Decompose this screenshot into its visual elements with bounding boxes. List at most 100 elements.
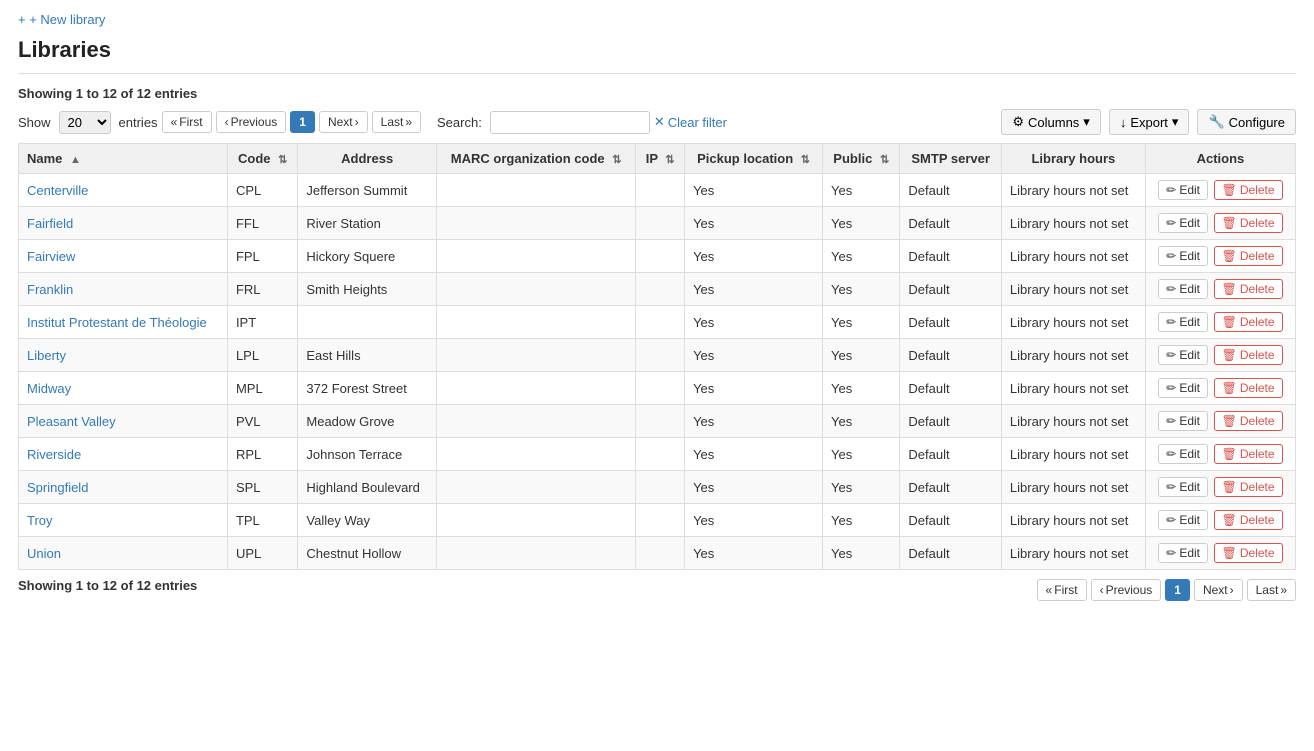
new-library-link[interactable]: + + New library	[18, 12, 105, 27]
clear-filter-button[interactable]: ✕ Clear filter	[654, 114, 727, 130]
cell-ip-1	[636, 207, 685, 240]
table-row: Franklin FRL Smith Heights Yes Yes Defau…	[19, 273, 1296, 306]
delete-button-8[interactable]: 🗑 Delete	[1214, 444, 1283, 464]
pencil-icon-11: ✏	[1166, 546, 1176, 560]
library-link-11[interactable]: Union	[27, 546, 61, 561]
edit-button-2[interactable]: ✏ Edit	[1158, 246, 1208, 266]
edit-button-3[interactable]: ✏ Edit	[1158, 279, 1208, 299]
right-controls: ⚙ Columns ▾ ↓ Export ▾ 🔧 Configure	[1001, 109, 1296, 135]
cell-ip-2	[636, 240, 685, 273]
cell-code-5: LPL	[227, 339, 297, 372]
library-link-5[interactable]: Liberty	[27, 348, 66, 363]
edit-button-5[interactable]: ✏ Edit	[1158, 345, 1208, 365]
library-link-7[interactable]: Pleasant Valley	[27, 414, 116, 429]
export-button[interactable]: ↓ Export ▾	[1109, 109, 1190, 135]
next-button-bottom[interactable]: Next ›	[1194, 579, 1243, 601]
code-sort-icon: ⇅	[278, 154, 287, 166]
last-button-top[interactable]: Last »	[372, 111, 421, 133]
cell-marc-6	[436, 372, 635, 405]
delete-button-3[interactable]: 🗑 Delete	[1214, 279, 1283, 299]
delete-button-1[interactable]: 🗑 Delete	[1214, 213, 1283, 233]
col-ip[interactable]: IP ⇅	[636, 144, 685, 174]
library-link-10[interactable]: Troy	[27, 513, 53, 528]
page-1-button-top[interactable]: 1	[290, 111, 315, 133]
trash-icon-4: 🗑	[1222, 315, 1237, 329]
configure-button[interactable]: 🔧 Configure	[1197, 109, 1296, 135]
delete-button-11[interactable]: 🗑 Delete	[1214, 543, 1283, 563]
cell-actions-11: ✏ Edit 🗑 Delete	[1145, 537, 1295, 570]
library-link-9[interactable]: Springfield	[27, 480, 88, 495]
edit-button-0[interactable]: ✏ Edit	[1158, 180, 1208, 200]
cell-name-10: Troy	[19, 504, 228, 537]
last-button-bottom[interactable]: Last »	[1247, 579, 1296, 601]
library-link-1[interactable]: Fairfield	[27, 216, 73, 231]
delete-button-9[interactable]: 🗑 Delete	[1214, 477, 1283, 497]
table-row: Midway MPL 372 Forest Street Yes Yes Def…	[19, 372, 1296, 405]
col-actions: Actions	[1145, 144, 1295, 174]
library-link-3[interactable]: Franklin	[27, 282, 73, 297]
edit-button-7[interactable]: ✏ Edit	[1158, 411, 1208, 431]
col-hours: Library hours	[1001, 144, 1145, 174]
pencil-icon-2: ✏	[1166, 249, 1176, 263]
show-label: Show	[18, 115, 51, 130]
edit-button-8[interactable]: ✏ Edit	[1158, 444, 1208, 464]
delete-button-4[interactable]: 🗑 Delete	[1214, 312, 1283, 332]
cell-address-7: Meadow Grove	[298, 405, 437, 438]
cell-pickup-5: Yes	[685, 339, 823, 372]
library-link-2[interactable]: Fairview	[27, 249, 75, 264]
entries-label: entries	[119, 115, 158, 130]
col-address: Address	[298, 144, 437, 174]
show-select[interactable]: 10 20 50 100	[59, 111, 111, 134]
export-chevron-icon: ▾	[1172, 114, 1179, 130]
delete-button-10[interactable]: 🗑 Delete	[1214, 510, 1283, 530]
search-input[interactable]	[490, 111, 650, 134]
col-code[interactable]: Code ⇅	[227, 144, 297, 174]
edit-button-6[interactable]: ✏ Edit	[1158, 378, 1208, 398]
edit-button-4[interactable]: ✏ Edit	[1158, 312, 1208, 332]
library-link-4[interactable]: Institut Protestant de Théologie	[27, 315, 207, 330]
col-public[interactable]: Public ⇅	[823, 144, 900, 174]
cell-ip-7	[636, 405, 685, 438]
bottom-first-double-arrow-icon: «	[1046, 583, 1053, 597]
x-icon: ✕	[654, 114, 665, 130]
columns-button[interactable]: ⚙ Columns ▾	[1001, 109, 1100, 135]
page-1-button-bottom[interactable]: 1	[1165, 579, 1190, 601]
delete-button-2[interactable]: 🗑 Delete	[1214, 246, 1283, 266]
delete-button-7[interactable]: 🗑 Delete	[1214, 411, 1283, 431]
pencil-icon-10: ✏	[1166, 513, 1176, 527]
cell-address-4	[298, 306, 437, 339]
cell-name-9: Springfield	[19, 471, 228, 504]
edit-button-1[interactable]: ✏ Edit	[1158, 213, 1208, 233]
next-button-top[interactable]: Next ›	[319, 111, 368, 133]
cell-ip-3	[636, 273, 685, 306]
delete-button-6[interactable]: 🗑 Delete	[1214, 378, 1283, 398]
edit-button-11[interactable]: ✏ Edit	[1158, 543, 1208, 563]
table-row: Liberty LPL East Hills Yes Yes Default L…	[19, 339, 1296, 372]
delete-button-5[interactable]: 🗑 Delete	[1214, 345, 1283, 365]
col-pickup[interactable]: Pickup location ⇅	[685, 144, 823, 174]
cell-name-2: Fairview	[19, 240, 228, 273]
first-button-top[interactable]: « « First First	[162, 111, 212, 133]
edit-button-9[interactable]: ✏ Edit	[1158, 477, 1208, 497]
first-button-bottom[interactable]: « First	[1037, 579, 1087, 601]
cell-smtp-7: Default	[900, 405, 1001, 438]
library-link-6[interactable]: Midway	[27, 381, 71, 396]
previous-button-top[interactable]: ‹ Previous	[216, 111, 287, 133]
search-label: Search:	[437, 115, 482, 130]
cell-actions-2: ✏ Edit 🗑 Delete	[1145, 240, 1295, 273]
cell-address-11: Chestnut Hollow	[298, 537, 437, 570]
cell-public-4: Yes	[823, 306, 900, 339]
edit-button-10[interactable]: ✏ Edit	[1158, 510, 1208, 530]
cell-code-2: FPL	[227, 240, 297, 273]
cell-address-5: East Hills	[298, 339, 437, 372]
cell-code-7: PVL	[227, 405, 297, 438]
previous-button-bottom[interactable]: ‹ Previous	[1091, 579, 1162, 601]
marc-sort-icon: ⇅	[612, 154, 621, 166]
cell-hours-5: Library hours not set	[1001, 339, 1145, 372]
library-link-8[interactable]: Riverside	[27, 447, 81, 462]
col-name[interactable]: Name ▲	[19, 144, 228, 174]
col-marc[interactable]: MARC organization code ⇅	[436, 144, 635, 174]
delete-button-0[interactable]: 🗑 Delete	[1214, 180, 1283, 200]
library-link-0[interactable]: Centerville	[27, 183, 88, 198]
cell-pickup-8: Yes	[685, 438, 823, 471]
